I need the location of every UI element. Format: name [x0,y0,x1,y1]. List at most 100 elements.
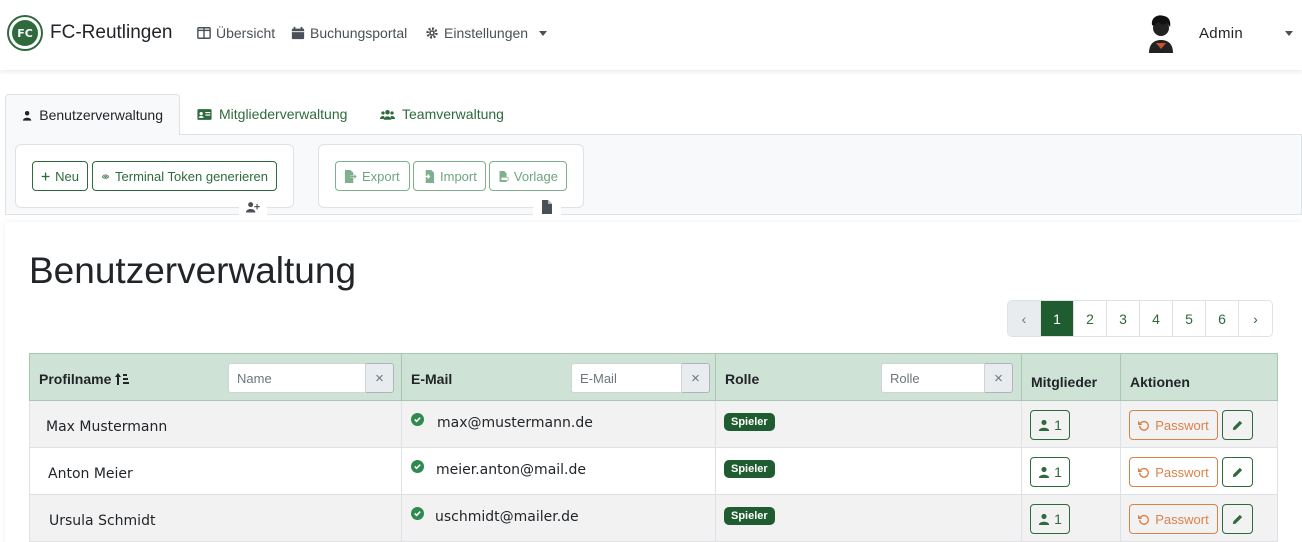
gear-icon [426,27,438,39]
email-filter-input[interactable]: E-Mail [571,363,682,393]
nav-settings-label: Einstellungen [444,25,529,41]
email-text: meier.anton@mail.de [436,462,587,478]
file-import-icon [422,169,435,183]
file-export-icon [344,169,357,183]
members-button[interactable]: 1 [1030,457,1070,487]
tab-member-management[interactable]: Mitgliederverwaltung [181,94,363,134]
column-actions-label: Aktionen [1130,374,1190,390]
pencil-icon [1232,420,1243,430]
role-filter-input[interactable]: Rolle [881,363,985,393]
reset-password-button[interactable]: Passwort [1129,410,1218,440]
profile-name: Max Mustermann [46,419,168,435]
reset-password-button[interactable]: Passwort [1129,504,1218,534]
profile-cell: Max Mustermann [30,401,402,448]
nav-overview-label: Übersicht [216,25,276,41]
tab-team-management[interactable]: Teamverwaltung [364,94,520,134]
verified-check-icon [411,507,424,520]
pagination: ‹ 1 2 3 4 5 6 › [1007,300,1273,337]
import-button[interactable]: Import [413,161,486,191]
table-row: Ursula Schmidt uschmidt@mailer.de Spiele… [29,495,1278,542]
nav-booking[interactable]: Buchungsportal [291,25,407,41]
pencil-icon [1232,467,1243,477]
email-cell: meier.anton@mail.de [402,448,716,495]
edit-button[interactable] [1222,410,1253,440]
role-cell: Spieler [716,448,1022,495]
user-menu-chevron-icon[interactable] [1285,31,1293,36]
generate-terminal-token-button[interactable]: Terminal Token generieren [92,161,277,191]
pagination-prev[interactable]: ‹ [1008,301,1041,336]
email-cell: max@mustermann.de [402,401,716,448]
pencil-icon [1232,514,1243,524]
members-count: 1 [1054,464,1062,480]
new-user-label: Neu [55,168,79,184]
export-button[interactable]: Export [335,161,410,191]
brand-name[interactable]: FC-Reutlingen [50,22,173,44]
column-profile-label: Profilname [39,371,112,387]
members-count: 1 [1054,417,1062,433]
pagination-page[interactable]: 1 [1041,301,1074,336]
fingerprint-icon [101,174,110,179]
verified-check-icon [411,460,424,473]
members-button[interactable]: 1 [1030,504,1070,534]
nav-booking-label: Buchungsportal [310,25,408,41]
tab-user-management[interactable]: Benutzerverwaltung [5,94,180,135]
column-email-label: E-Mail [411,371,453,387]
undo-icon [1138,467,1150,478]
column-profile-sort[interactable]: Profilname [39,371,130,387]
email-cell: uschmidt@mailer.de [402,495,716,542]
reset-password-label: Passwort [1155,464,1209,480]
role-cell: Spieler [716,495,1022,542]
members-cell: 1 [1022,495,1121,542]
export-label: Export [362,168,400,184]
club-logo-text: FC [12,20,38,46]
navbar: FC FC-Reutlingen Übersicht Buchungsporta… [0,0,1302,70]
column-members: Mitglieder [1022,354,1121,402]
pagination-page[interactable]: 4 [1140,301,1173,336]
role-filter-clear-button[interactable]: × [985,363,1013,393]
user-name[interactable]: Admin [1199,25,1243,42]
pagination-page[interactable]: 5 [1173,301,1206,336]
role-badge: Spieler [724,460,775,478]
club-logo[interactable]: FC [7,15,43,51]
name-filter-input[interactable]: Name [228,363,366,393]
user-icon [1038,513,1050,525]
calendar-icon [291,26,305,40]
tab-team-management-label: Teamverwaltung [402,106,504,122]
user-icon [22,110,32,121]
tabs-section: Benutzerverwaltung Mitgliederverwaltung … [5,94,1302,216]
email-text: max@mustermann.de [437,415,593,431]
column-role: Rolle Rolle × [716,354,1022,402]
reset-password-button[interactable]: Passwort [1129,457,1218,487]
pagination-next[interactable]: › [1239,301,1272,336]
pagination-page[interactable]: 6 [1206,301,1239,336]
template-button[interactable]: Vorlage [489,161,567,191]
column-members-label: Mitglieder [1031,374,1098,390]
pagination-page[interactable]: 3 [1107,301,1140,336]
name-filter-clear-button[interactable]: × [366,363,394,393]
nav-overview[interactable]: Übersicht [197,25,275,41]
columns-icon [197,27,211,39]
role-badge: Spieler [724,507,775,525]
actions-cell: Passwort [1121,495,1279,542]
role-badge: Spieler [724,413,775,431]
nav-settings[interactable]: Einstellungen [425,25,548,41]
chevron-down-icon [539,30,548,36]
edit-button[interactable] [1222,504,1253,534]
reset-password-label: Passwort [1155,417,1209,433]
plus-icon [41,172,50,180]
user-icon [1038,466,1050,478]
users-icon [380,109,395,120]
actions-cell: Passwort [1121,401,1279,448]
email-filter-clear-button[interactable]: × [682,363,710,393]
file-icon [533,198,561,216]
email-text: uschmidt@mailer.de [435,509,579,525]
members-button[interactable]: 1 [1030,410,1070,440]
role-cell: Spieler [716,401,1022,448]
import-export-group: Export Import Vorlage [318,144,584,216]
new-user-button[interactable]: Neu [32,161,88,191]
pagination-page[interactable]: 2 [1074,301,1107,336]
edit-button[interactable] [1222,457,1253,487]
tab-member-management-label: Mitgliederverwaltung [219,106,348,122]
template-label: Vorlage [513,168,558,184]
user-avatar[interactable] [1143,13,1179,53]
